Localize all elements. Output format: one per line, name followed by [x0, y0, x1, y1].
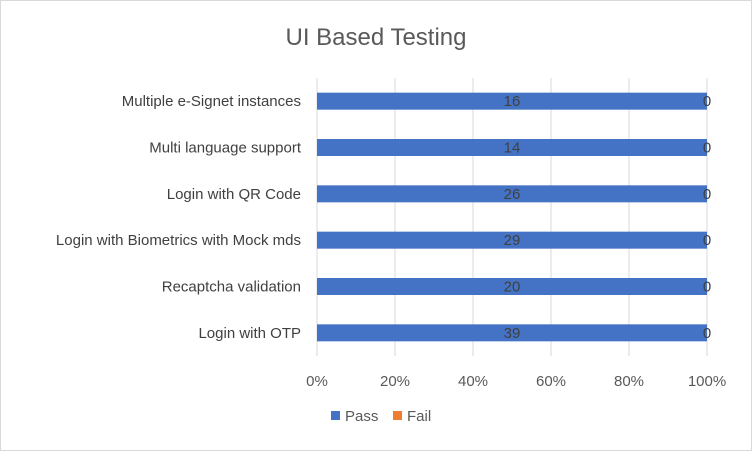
category-label-multi-language-support: Multi language support — [149, 140, 302, 157]
data-label-pass-login-with-otp: 39 — [504, 325, 521, 342]
data-label-fail-login-with-biometrics-with-mock-mds: 0 — [703, 232, 711, 249]
data-label-fail-multi-language-support: 0 — [703, 140, 711, 157]
value-axis: 0% 20% 40% 60% 80% 100% — [306, 373, 726, 390]
category-label-recaptcha-validation: Recaptcha validation — [162, 279, 301, 296]
category-label-login-with-biometrics-with-mock-mds: Login with Biometrics with Mock mds — [56, 232, 301, 249]
grid-layer — [316, 78, 708, 356]
data-label-fail-multiple-e-signet-instances: 0 — [703, 93, 711, 110]
bar-layer — [317, 92, 707, 342]
data-labels: 16 0 14 0 26 0 29 0 20 0 39 0 — [504, 93, 712, 342]
x-tick-label-5: 100% — [688, 373, 726, 390]
chart-frame: UI Based Testing Multiple e-Signet insta… — [0, 0, 752, 451]
category-label-multiple-e-signet-instances: Multiple e-Signet instances — [122, 93, 301, 110]
category-label-login-with-otp: Login with OTP — [198, 325, 301, 342]
data-label-pass-multi-language-support: 14 — [504, 140, 521, 157]
x-tick-label-2: 40% — [458, 373, 488, 390]
x-tick-label-1: 20% — [380, 373, 410, 390]
legend-swatch-pass — [331, 411, 340, 420]
x-tick-label-3: 60% — [536, 373, 566, 390]
data-label-fail-recaptcha-validation: 0 — [703, 279, 711, 296]
x-tick-label-0: 0% — [306, 373, 328, 390]
x-tick-label-4: 80% — [614, 373, 644, 390]
legend: Pass Fail — [331, 408, 431, 425]
legend-label-pass: Pass — [345, 408, 378, 425]
chart-svg: UI Based Testing Multiple e-Signet insta… — [56, 24, 726, 425]
data-label-pass-login-with-biometrics-with-mock-mds: 29 — [504, 232, 521, 249]
data-label-pass-login-with-qr-code: 26 — [504, 186, 521, 203]
legend-label-fail: Fail — [407, 408, 431, 425]
data-label-pass-recaptcha-validation: 20 — [504, 279, 521, 296]
data-label-pass-multiple-e-signet-instances: 16 — [504, 93, 521, 110]
chart-title: UI Based Testing — [286, 24, 467, 51]
category-label-login-with-qr-code: Login with QR Code — [167, 186, 301, 203]
legend-swatch-fail — [393, 411, 402, 420]
category-axis: Multiple e-Signet instances Multi languag… — [56, 93, 302, 342]
data-label-fail-login-with-otp: 0 — [703, 325, 711, 342]
data-label-fail-login-with-qr-code: 0 — [703, 186, 711, 203]
